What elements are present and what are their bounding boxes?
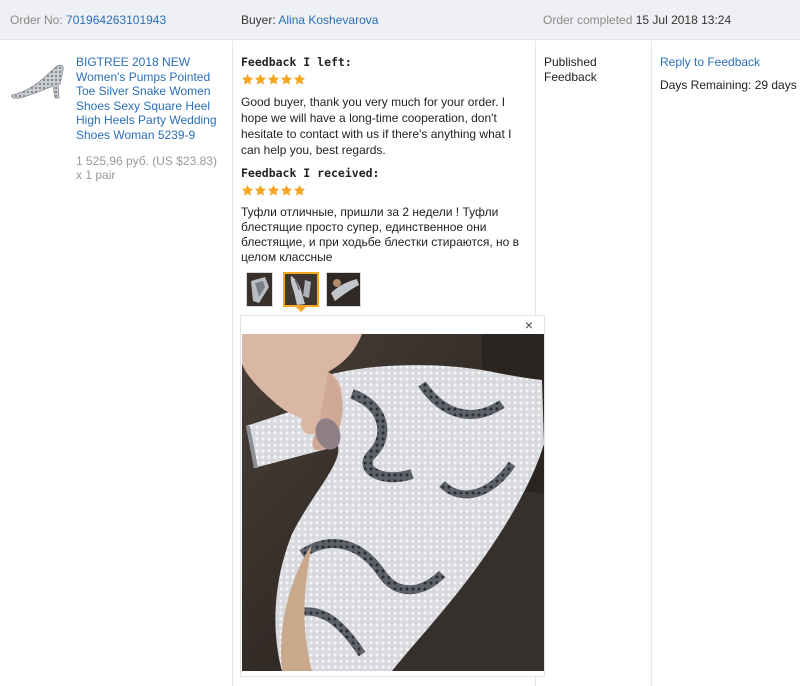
feedback-received-stars — [241, 184, 306, 198]
star-icon — [267, 73, 280, 85]
order-status-label: Order completed — [543, 13, 633, 27]
order-header: Order No: 701964263101943 Buyer: Alina K… — [0, 0, 800, 40]
feedback-photo-thumb-1[interactable] — [246, 272, 273, 307]
feedback-left-heading: Feedback I left: — [241, 55, 352, 69]
product-thumbnail[interactable] — [10, 62, 66, 102]
feedback-left-stars — [241, 73, 306, 87]
photo-thumb-image — [285, 274, 317, 305]
star-icon — [293, 184, 306, 196]
feedback-received-text: Туфли отличные, пришли за 2 недели ! Туф… — [241, 205, 520, 264]
column-divider — [651, 41, 652, 686]
star-icon — [254, 73, 267, 85]
product-price: 1 525,96 руб. (US $23.83) — [76, 154, 217, 168]
buyer-name-link[interactable]: Alina Koshevarova — [278, 13, 378, 27]
feedback-photo-large — [242, 334, 544, 671]
active-photo-pointer — [295, 306, 307, 312]
order-completed-date: 15 Jul 2018 13:24 — [635, 13, 732, 27]
days-remaining: Days Remaining: 29 days — [660, 78, 797, 92]
order-no-link[interactable]: 701964263101943 — [66, 13, 166, 27]
feedback-status: Published Feedback — [544, 55, 597, 84]
star-icon — [293, 73, 306, 85]
star-icon — [267, 184, 280, 196]
star-icon — [241, 184, 254, 196]
star-icon — [280, 184, 293, 196]
star-icon — [280, 73, 293, 85]
feedback-photo-image — [242, 334, 544, 671]
photo-thumb-image — [247, 273, 272, 306]
photo-thumb-image — [327, 273, 360, 306]
order-no-label: Order No: — [10, 13, 63, 27]
buyer-info: Buyer: Alina Koshevarova — [241, 13, 378, 27]
feedback-photo-thumb-3[interactable] — [326, 272, 361, 307]
order-number: Order No: 701964263101943 — [10, 13, 166, 27]
column-divider — [232, 41, 233, 686]
buyer-label: Buyer: — [241, 13, 276, 27]
star-icon — [241, 73, 254, 85]
product-quantity: x 1 pair — [76, 168, 116, 182]
close-icon[interactable]: × — [523, 318, 535, 332]
order-status: Order completed 15 Jul 2018 13:24 — [543, 13, 731, 27]
feedback-photo-thumb-2[interactable] — [283, 272, 319, 307]
feedback-left-text: Good buyer, thank you very much for your… — [241, 95, 512, 157]
reply-to-feedback-link[interactable]: Reply to Feedback — [660, 55, 760, 69]
feedback-received-heading: Feedback I received: — [241, 166, 380, 180]
product-title-link[interactable]: BIGTREE 2018 NEW Women's Pumps Pointed T… — [76, 55, 226, 142]
star-icon — [254, 184, 267, 196]
